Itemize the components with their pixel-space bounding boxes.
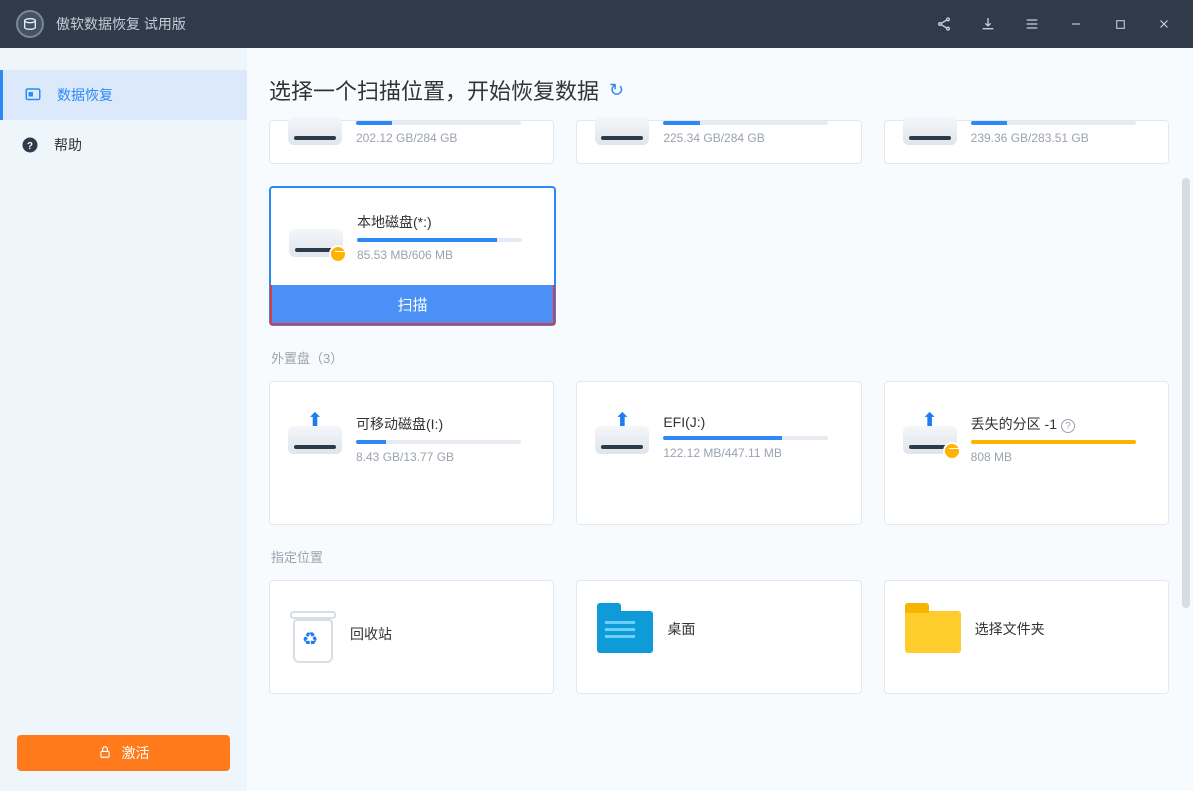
drive-usage: 8.43 GB/13.77 GB [356,450,535,464]
help-badge-icon[interactable]: ? [1061,419,1075,433]
location-desktop[interactable]: 桌面 [576,580,861,694]
drive-card-selected[interactable]: 本地磁盘(*:) 85.53 MB/606 MB 扫描 [269,186,556,326]
menu-icon[interactable] [1019,11,1045,37]
desktop-folder-icon [597,611,653,653]
external-drive-card[interactable]: ⬆ EFI(J:) 122.12 MB/447.11 MB [576,381,861,525]
scrollbar-thumb[interactable] [1182,178,1190,608]
location-name: 回收站 [350,624,533,644]
refresh-icon[interactable]: ↻ [609,80,624,101]
maximize-icon[interactable] [1107,11,1133,37]
section-title-external: 外置盘（3） [271,348,1169,367]
share-icon[interactable] [931,11,957,37]
recycle-bin-icon: ♻ [290,611,336,663]
page-title: 选择一个扫描位置，开始恢复数据 ↻ [269,74,1169,106]
drive-usage: 239.36 GB/283.51 GB [971,131,1150,145]
lock-icon [98,745,112,762]
app-logo [16,10,44,38]
drive-usage: 202.12 GB/284 GB [356,131,535,145]
sidebar-item-recovery[interactable]: 数据恢复 [0,70,247,120]
drive-usage: 225.34 GB/284 GB [663,131,842,145]
scan-button[interactable]: 扫描 [270,285,555,325]
close-icon[interactable] [1151,11,1177,37]
drive-card[interactable]: 202.12 GB/284 GB [269,120,554,164]
recovery-icon [23,85,43,105]
usb-drive-icon: ⬆ [288,414,342,454]
section-title-location: 指定位置 [271,547,1169,566]
activate-button[interactable]: 激活 [17,735,230,771]
hdd-icon [903,123,957,145]
usb-drive-icon: ⬆ [595,414,649,454]
drive-usage: 122.12 MB/447.11 MB [663,446,842,460]
drive-usage: 85.53 MB/606 MB [357,248,536,262]
help-icon: ? [20,135,40,155]
usb-drive-icon: ⬆ [903,414,957,454]
drive-card[interactable]: 225.34 GB/284 GB [576,120,861,164]
minimize-icon[interactable] [1063,11,1089,37]
activate-label: 激活 [122,743,150,763]
location-name: 桌面 [667,619,840,639]
sidebar-item-help[interactable]: ? 帮助 [0,120,247,170]
hdd-icon [289,217,343,257]
titlebar: 傲软数据恢复 试用版 [0,0,1193,48]
drive-name: 可移动磁盘(I:) [356,414,535,434]
sidebar-item-label: 数据恢复 [57,85,113,105]
sidebar-item-label: 帮助 [54,135,82,155]
drive-name: EFI(J:) [663,414,842,430]
warning-badge-icon [329,245,347,263]
drive-usage: 808 MB [971,450,1150,464]
hdd-icon [288,123,342,145]
download-icon[interactable] [975,11,1001,37]
drive-name: 丢失的分区 -1? [971,414,1150,434]
external-drive-card[interactable]: ⬆ 丢失的分区 -1? 808 MB [884,381,1169,525]
folder-icon [905,611,961,653]
external-drive-card[interactable]: ⬆ 可移动磁盘(I:) 8.43 GB/13.77 GB [269,381,554,525]
location-recycle-bin[interactable]: ♻ 回收站 [269,580,554,694]
drive-card[interactable]: 239.36 GB/283.51 GB [884,120,1169,164]
location-name: 选择文件夹 [975,619,1148,639]
hdd-icon [595,123,649,145]
location-select-folder[interactable]: 选择文件夹 [884,580,1169,694]
warning-badge-icon [943,442,961,460]
content-area: 选择一个扫描位置，开始恢复数据 ↻ 202.12 GB/284 GB [247,48,1193,791]
drive-name: 本地磁盘(*:) [357,212,536,232]
sidebar: 数据恢复 ? 帮助 激活 [0,48,247,791]
app-title: 傲软数据恢复 试用版 [56,14,186,34]
svg-text:?: ? [27,141,33,152]
